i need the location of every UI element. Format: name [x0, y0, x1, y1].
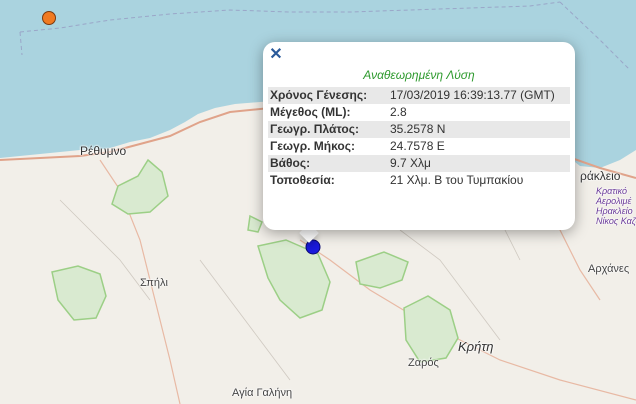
info-value: 9.7 Χλμ	[388, 155, 570, 172]
info-row-latitude: Γεωγρ. Πλάτος: 35.2578 N	[268, 121, 570, 138]
place-spili: Σπήλι	[140, 277, 168, 289]
info-value: 21 Χλμ. Β του Τυμπακίου	[388, 172, 570, 189]
info-row-magnitude: Μέγεθος (ML): 2.8	[268, 104, 570, 121]
info-label: Τοποθεσία:	[268, 172, 388, 189]
info-row-location: Τοποθεσία: 21 Χλμ. Β του Τυμπακίου	[268, 172, 570, 189]
place-archanes: Αρχάνες	[588, 263, 630, 275]
info-row-depth: Βάθος: 9.7 Χλμ	[268, 155, 570, 172]
info-value: 2.8	[388, 104, 570, 121]
info-row-origin-time: Χρόνος Γένεσης: 17/03/2019 16:39:13.77 (…	[268, 87, 570, 104]
info-label: Γεωγρ. Πλάτος:	[268, 121, 388, 138]
place-iraklio: ράκλειο	[580, 169, 621, 183]
earthquake-marker-other	[42, 11, 56, 25]
info-value: 35.2578 N	[388, 121, 570, 138]
close-icon[interactable]: ✕	[268, 47, 284, 63]
info-label: Μέγεθος (ML):	[268, 104, 388, 121]
info-value: 17/03/2019 16:39:13.77 (GMT)	[388, 87, 570, 104]
info-value: 24.7578 E	[388, 138, 570, 155]
place-zaros: Ζαρός	[408, 357, 439, 369]
info-row-longitude: Γεωγρ. Μήκος: 24.7578 E	[268, 138, 570, 155]
popup-header: Αναθεωρημένη Λύση	[363, 68, 475, 82]
place-agia-galini: Αγία Γαλήνη	[232, 387, 293, 399]
earthquake-info-table: Χρόνος Γένεσης: 17/03/2019 16:39:13.77 (…	[268, 87, 570, 189]
place-airport: Κρατικό Αερολιμέ Ηρακλείο Νίκος Καζαντ	[596, 186, 636, 226]
place-kriti: Κρήτη	[458, 339, 494, 354]
info-label: Βάθος:	[268, 155, 388, 172]
info-label: Χρόνος Γένεσης:	[268, 87, 388, 104]
place-rethymno: Ρέθυμνο	[80, 144, 127, 158]
info-label: Γεωγρ. Μήκος:	[268, 138, 388, 155]
